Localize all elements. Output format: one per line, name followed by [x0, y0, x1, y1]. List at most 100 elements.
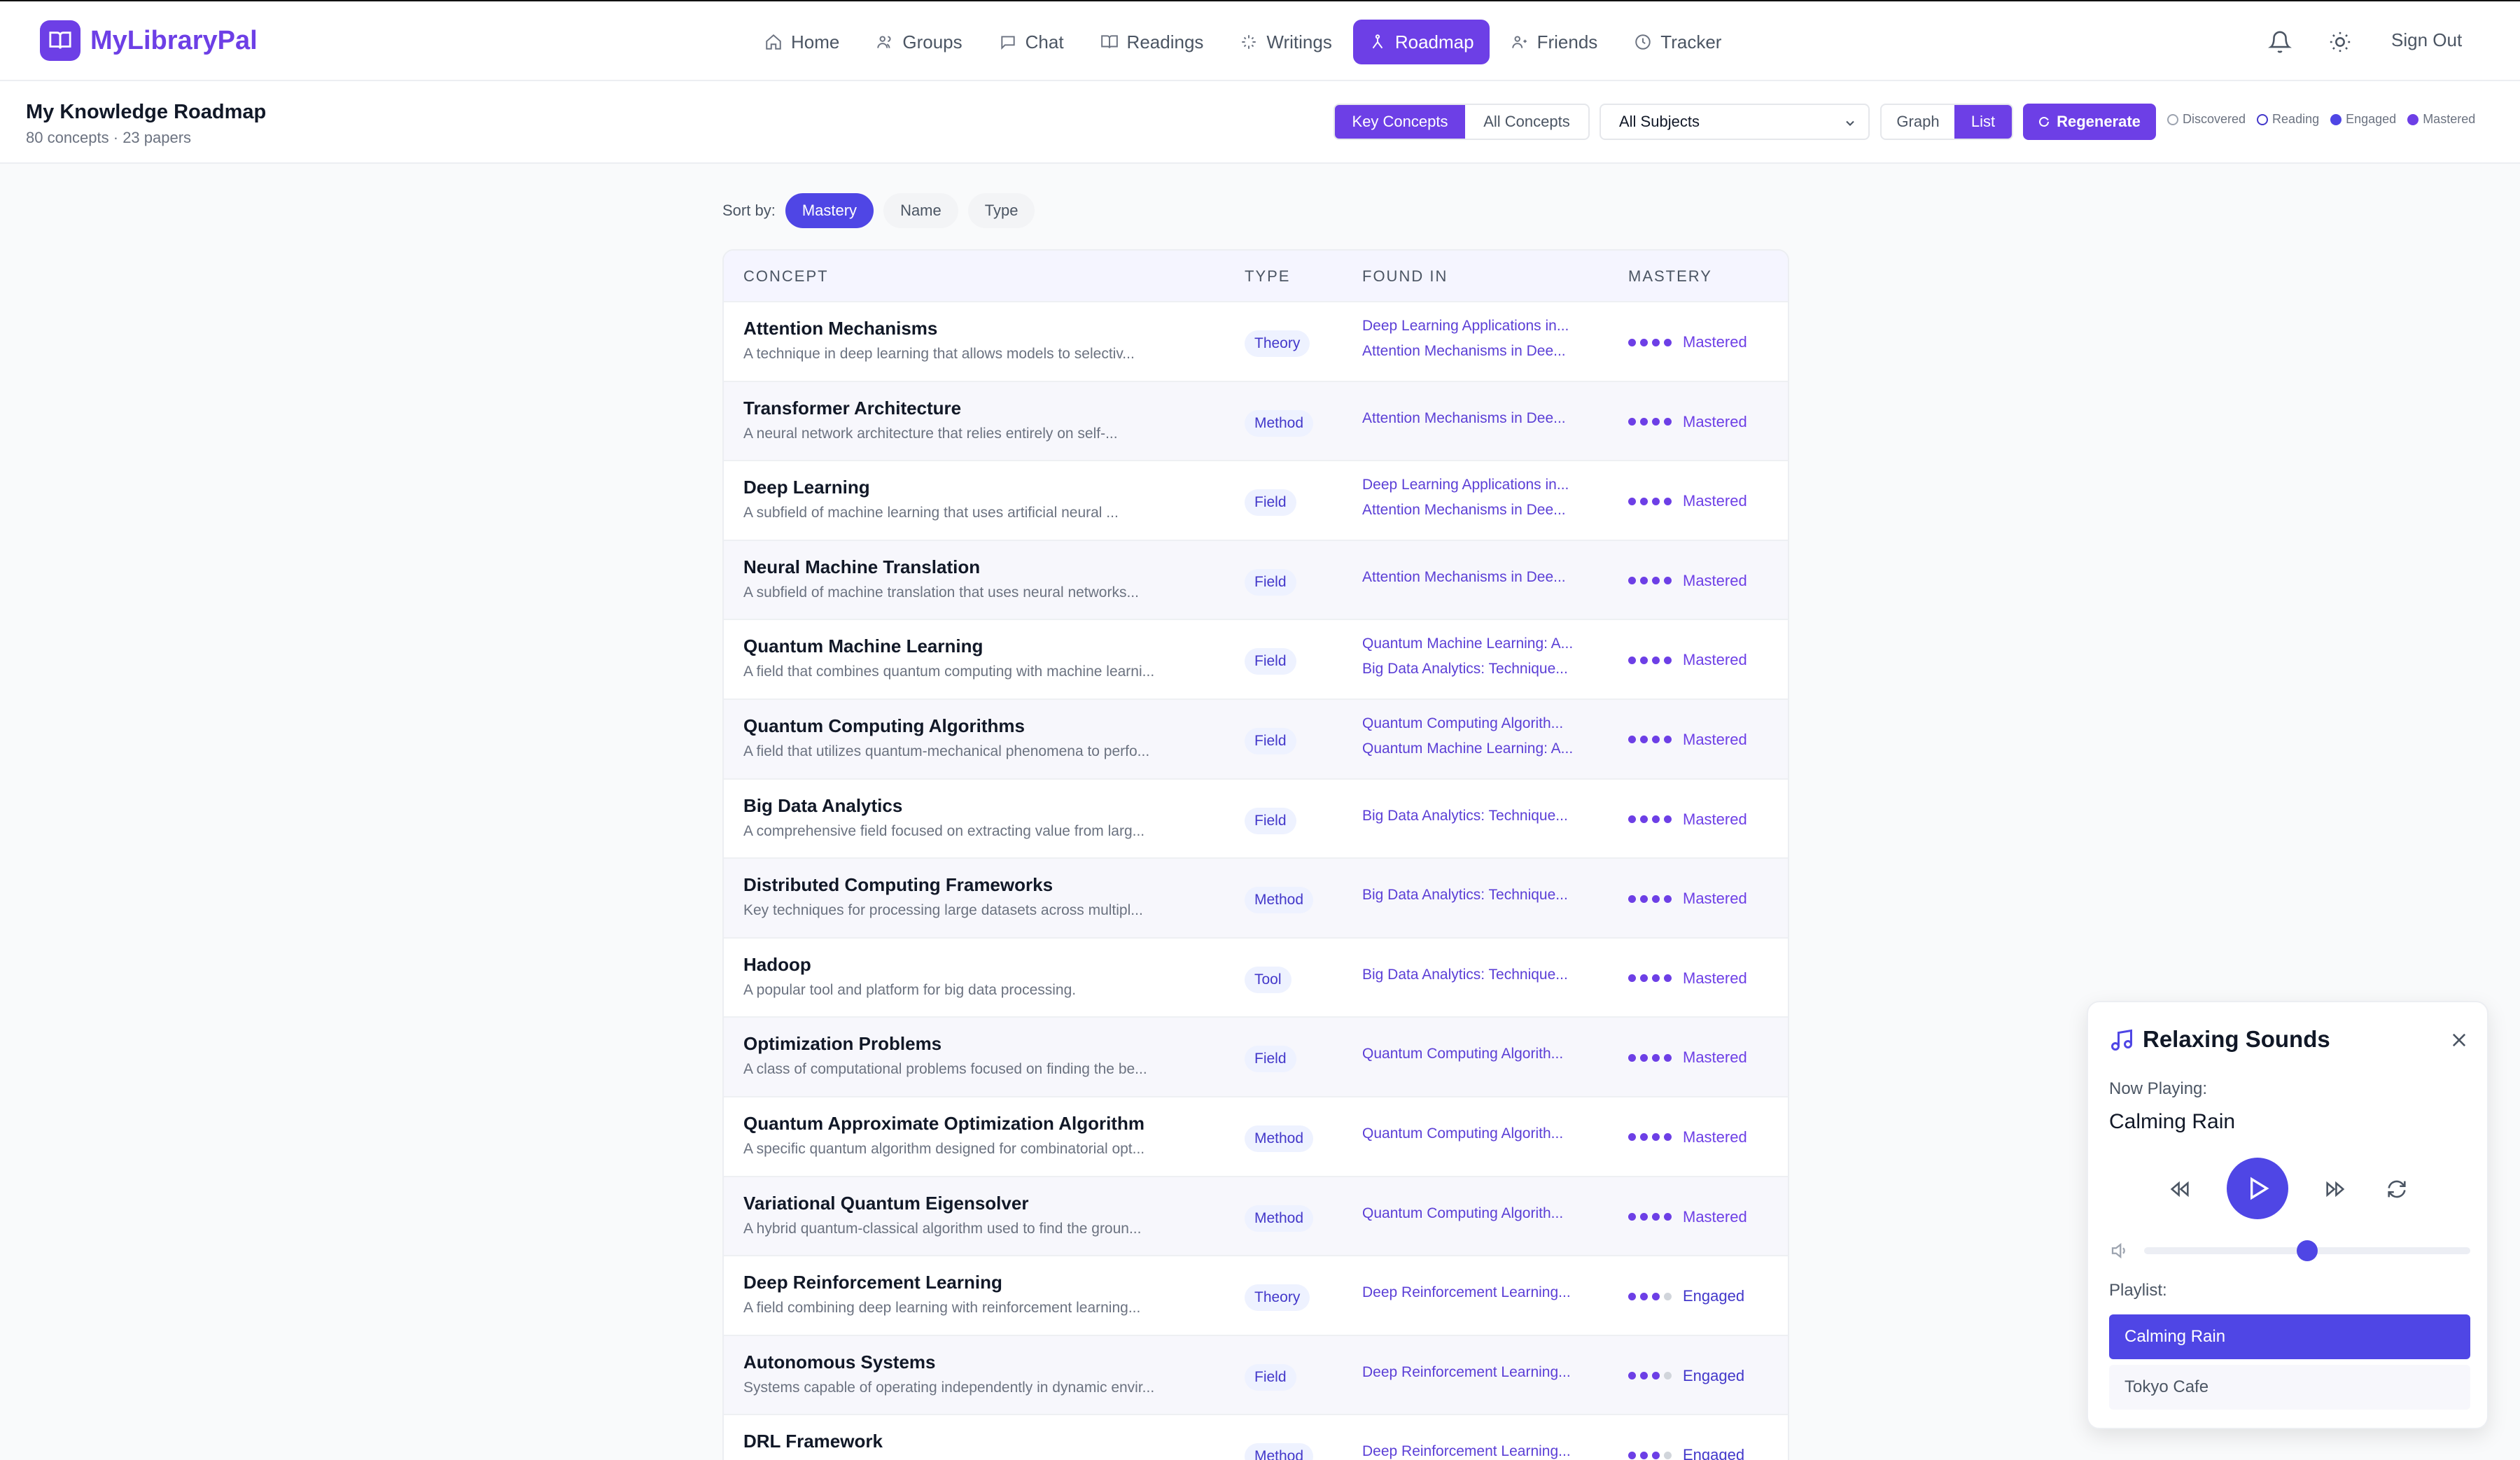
nav-roadmap[interactable]: Roadmap [1352, 20, 1490, 64]
table-row[interactable]: Distributed Computing Frameworks Key tech… [724, 857, 1788, 937]
regenerate-button[interactable]: Regenerate [2023, 104, 2156, 140]
found-in-link[interactable]: Big Data Analytics: Technique... [1362, 808, 1593, 824]
app-name: MyLibraryPal [90, 25, 258, 55]
page-subtitle: 80 concepts · 23 papers [26, 129, 192, 146]
mastery-indicator: Mastered [1628, 1128, 1747, 1146]
sort-mastery-button[interactable]: Mastery [785, 193, 874, 228]
legend-dot [2330, 113, 2342, 125]
column-header-type[interactable]: TYPE [1245, 267, 1290, 286]
legend-dot [2407, 113, 2419, 125]
table-row[interactable]: Quantum Approximate Optimization Algorit… [724, 1095, 1788, 1176]
mastery-indicator: Mastered [1628, 413, 1747, 431]
found-in-link[interactable]: Attention Mechanisms in Dee... [1362, 410, 1593, 427]
nav-friends[interactable]: Friends [1495, 20, 1614, 64]
concept-type-badge: Method [1245, 887, 1314, 914]
table-row[interactable]: Quantum Machine Learning A field that com… [724, 619, 1788, 699]
table-row[interactable]: Deep Learning A subfield of machine learn… [724, 460, 1788, 540]
found-in-link[interactable]: Attention Mechanisms in Dee... [1362, 502, 1593, 519]
playlist-item[interactable]: Calming Rain [2109, 1314, 2470, 1359]
book-icon [1100, 35, 1118, 48]
table-row[interactable]: DRL Framework Method Deep Reinforcement Le… [724, 1414, 1788, 1460]
rewind-icon[interactable] [2168, 1177, 2192, 1201]
table-row[interactable]: Quantum Computing Algorithms A field that… [724, 698, 1788, 778]
nav-writings[interactable]: Writings [1224, 20, 1347, 64]
top-navbar: MyLibraryPal Home Groups Chat Readings Writi… [0, 0, 2520, 81]
concept-type-badge: Field [1245, 1363, 1296, 1391]
all-concepts-button[interactable]: All Concepts [1465, 105, 1588, 139]
repeat-icon[interactable] [2385, 1177, 2409, 1201]
list-view-button[interactable]: List [1954, 105, 2012, 139]
mastery-indicator: Engaged [1628, 1287, 1744, 1305]
concept-type-badge: Field [1245, 1046, 1296, 1073]
table-row[interactable]: Optimization Problems A class of computat… [724, 1016, 1788, 1096]
volume-slider[interactable] [2144, 1240, 2470, 1261]
found-in-link[interactable]: Quantum Computing Algorith... [1362, 1125, 1593, 1142]
legend-label: Reading [2272, 112, 2320, 126]
app-logo[interactable]: MyLibraryPal [40, 20, 258, 61]
sort-name-button[interactable]: Name [883, 193, 958, 228]
found-in-link[interactable]: Quantum Computing Algorith... [1362, 1205, 1593, 1222]
volume-icon[interactable] [2109, 1240, 2130, 1261]
mastery-dot [1640, 656, 1648, 664]
theme-toggle-button[interactable] [2328, 22, 2352, 62]
found-in-link[interactable]: Quantum Machine Learning: A... [1362, 740, 1593, 757]
nav-readings[interactable]: Readings [1085, 20, 1219, 64]
graph-view-button[interactable]: Graph [1882, 105, 1954, 139]
close-icon[interactable] [2449, 1030, 2469, 1050]
sign-out-button[interactable]: Sign Out [2391, 29, 2462, 51]
concept-description: A subfield of machine learning that uses… [743, 505, 1119, 521]
concept-type-badge: Method [1245, 1205, 1314, 1232]
play-button[interactable] [2227, 1158, 2288, 1219]
mastery-indicator: Mastered [1628, 651, 1747, 669]
table-row[interactable]: Big Data Analytics A comprehensive field … [724, 778, 1788, 858]
mastery-dot [1640, 1292, 1648, 1300]
found-in-link[interactable]: Deep Learning Applications in... [1362, 477, 1593, 493]
table-row[interactable]: Deep Reinforcement Learning A field combi… [724, 1255, 1788, 1335]
table-row[interactable]: Hadoop A popular tool and platform for bi… [724, 936, 1788, 1017]
sort-type-button[interactable]: Type [967, 193, 1035, 228]
mastery-dot [1652, 815, 1660, 824]
playlist-item[interactable]: Tokyo Cafe [2109, 1365, 2470, 1410]
found-in-link[interactable]: Big Data Analytics: Technique... [1362, 661, 1593, 678]
subject-select[interactable]: All Subjects [1600, 104, 1870, 140]
table-row[interactable]: Attention Mechanisms A technique in deep … [724, 301, 1788, 381]
mastery-label: Mastered [1683, 492, 1747, 510]
concept-name: Autonomous Systems [743, 1351, 936, 1373]
mastery-dot [1652, 1451, 1660, 1459]
nav-chat[interactable]: Chat [983, 20, 1079, 64]
table-row[interactable]: Autonomous Systems Systems capable of ope… [724, 1334, 1788, 1415]
found-in-link[interactable]: Deep Reinforcement Learning... [1362, 1364, 1593, 1381]
fast-forward-icon[interactable] [2323, 1177, 2347, 1201]
nav-home[interactable]: Home [749, 20, 855, 64]
found-in-link[interactable]: Deep Reinforcement Learning... [1362, 1284, 1593, 1301]
found-in-link[interactable]: Quantum Computing Algorith... [1362, 715, 1593, 732]
found-in-link[interactable]: Attention Mechanisms in Dee... [1362, 343, 1593, 360]
nav-groups[interactable]: Groups [860, 20, 977, 64]
column-header-mastery[interactable]: MASTERY [1628, 267, 1712, 286]
found-in-link[interactable]: Quantum Machine Learning: A... [1362, 636, 1593, 652]
found-in-link[interactable]: Attention Mechanisms in Dee... [1362, 569, 1593, 586]
concept-type-badge: Method [1245, 1125, 1314, 1152]
column-header-found-in[interactable]: FOUND IN [1362, 267, 1448, 286]
concept-name: Big Data Analytics [743, 794, 903, 816]
volume-slider-handle[interactable] [2297, 1240, 2318, 1261]
found-in-link[interactable]: Quantum Computing Algorith... [1362, 1046, 1593, 1062]
mastery-label: Engaged [1683, 1287, 1745, 1305]
column-header-concept[interactable]: CONCEPT [743, 267, 829, 286]
found-in-link[interactable]: Big Data Analytics: Technique... [1362, 887, 1593, 904]
found-in-link[interactable]: Big Data Analytics: Technique... [1362, 967, 1593, 983]
music-note-icon [2111, 1029, 2132, 1051]
legend-label: Mastered [2423, 112, 2476, 126]
table-row[interactable]: Neural Machine Translation A subfield of … [724, 539, 1788, 619]
mastery-dot [1652, 497, 1660, 505]
notifications-button[interactable] [2268, 22, 2292, 62]
key-concepts-button[interactable]: Key Concepts [1335, 105, 1465, 139]
mastery-dot [1640, 1451, 1648, 1459]
mastery-indicator: Mastered [1628, 333, 1747, 351]
nav-tracker[interactable]: Tracker [1618, 20, 1737, 64]
table-row[interactable]: Transformer Architecture A neural network… [724, 380, 1788, 461]
found-in-link[interactable]: Deep Reinforcement Learning... [1362, 1443, 1593, 1460]
found-in-link[interactable]: Deep Learning Applications in... [1362, 318, 1593, 335]
table-row[interactable]: Variational Quantum Eigensolver A hybrid … [724, 1175, 1788, 1256]
mastery-dot [1628, 1372, 1636, 1380]
